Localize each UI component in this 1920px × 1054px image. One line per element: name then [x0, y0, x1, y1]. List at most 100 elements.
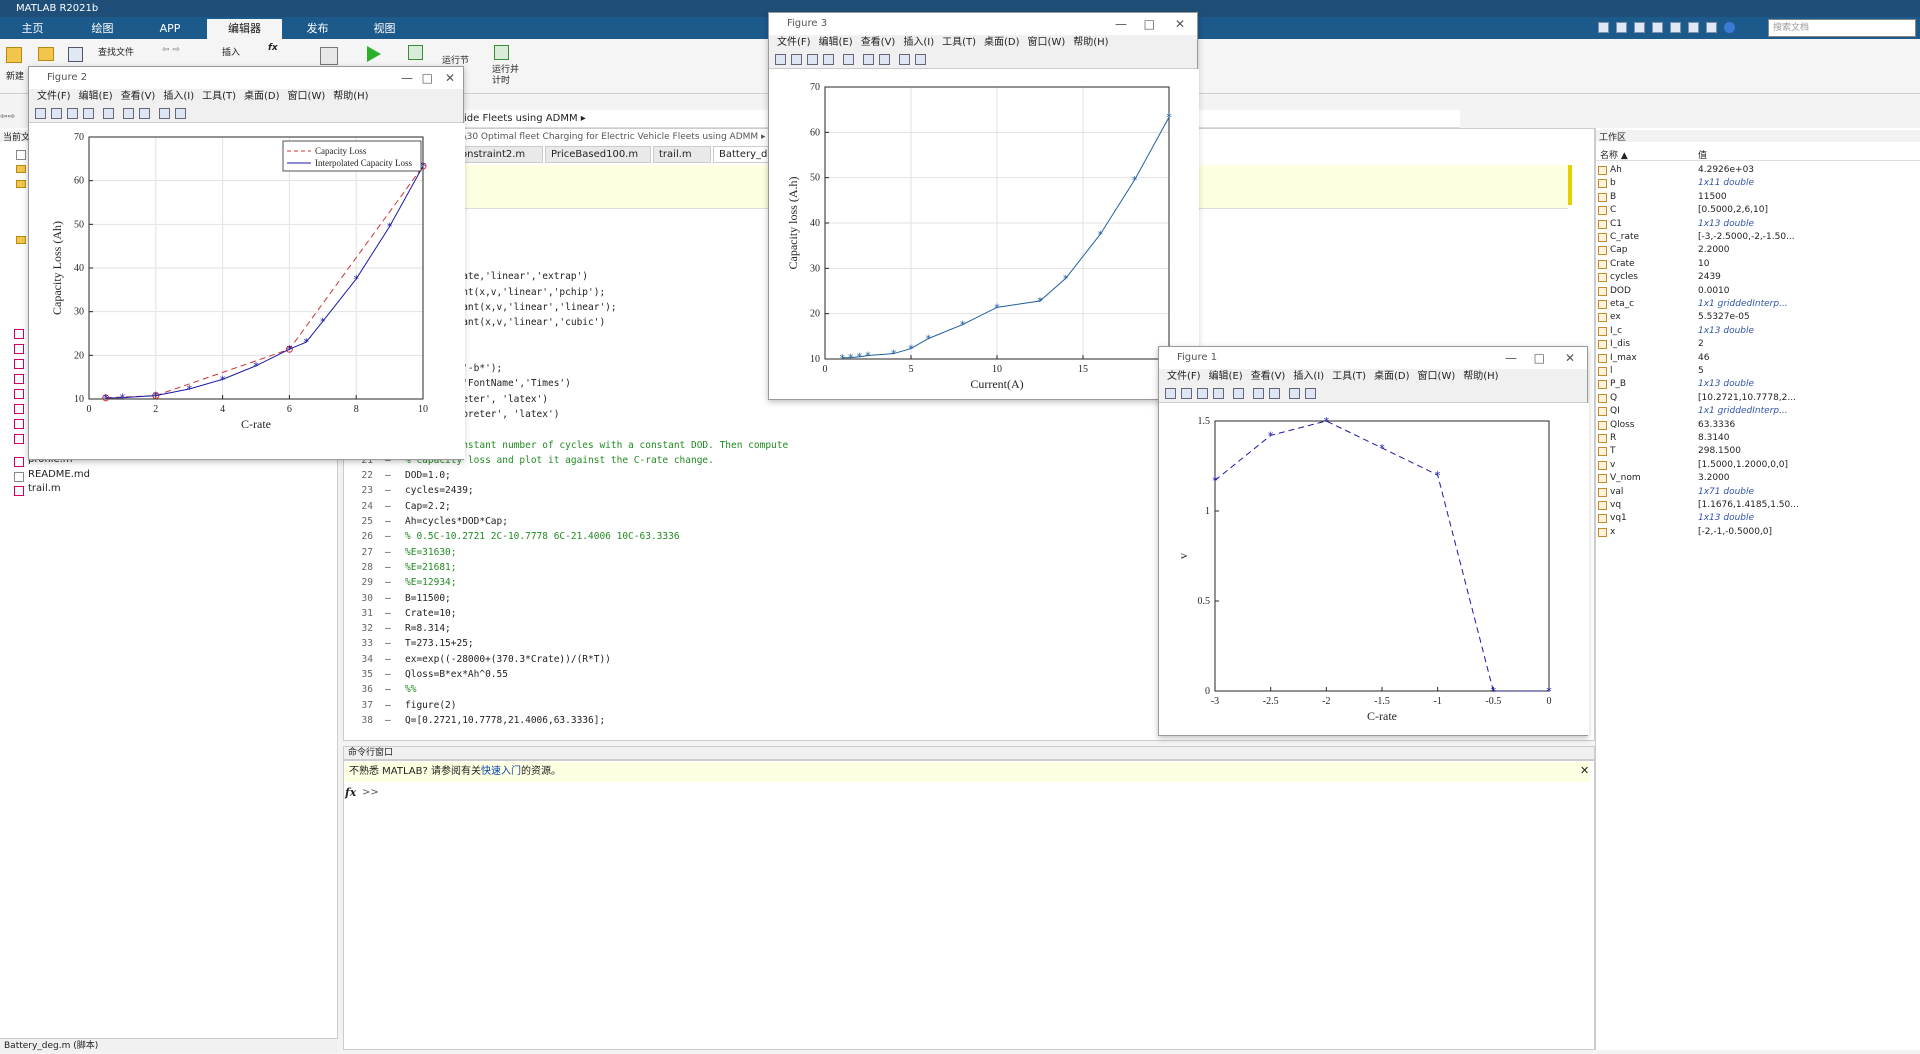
workspace-row[interactable]: vq1 1x13 double — [1596, 512, 1920, 525]
figure-menu-item[interactable]: 文件(F) — [777, 37, 811, 48]
cursor-icon[interactable] — [1289, 388, 1300, 399]
workspace-row[interactable]: l5 — [1596, 365, 1920, 378]
folder-icon[interactable] — [16, 180, 26, 188]
open-icon[interactable] — [51, 108, 62, 119]
new-figure-icon[interactable] — [1165, 388, 1176, 399]
code-analyzer-indicator[interactable] — [1568, 165, 1572, 205]
print-icon[interactable] — [823, 54, 834, 65]
editor-tab[interactable]: trail.m — [653, 146, 711, 163]
workspace-row[interactable]: I_dis 2 — [1596, 338, 1920, 351]
breakpoint-gutter[interactable]: — — [385, 468, 405, 483]
minimize-icon[interactable]: — — [1505, 347, 1517, 369]
workspace-row[interactable]: eta_c 1x1 griddedInterp... — [1596, 298, 1920, 311]
col-value-header[interactable]: 值 — [1698, 148, 1707, 161]
minimize-icon[interactable]: — — [1115, 13, 1127, 35]
workspace-row[interactable]: B 11500 — [1596, 191, 1920, 204]
search-docs-input[interactable]: 搜索文档 — [1768, 19, 1916, 37]
folder-icon[interactable] — [16, 165, 26, 173]
workspace-row[interactable]: DOD 0.0010 — [1596, 285, 1920, 298]
maximize-icon[interactable]: □ — [422, 67, 433, 89]
editor-tab[interactable]: PriceBased100.m — [545, 146, 651, 163]
save-icon[interactable] — [807, 54, 818, 65]
figure-menu-item[interactable]: 窗口(W) — [1418, 371, 1456, 382]
minimize-icon[interactable]: — — [401, 67, 413, 89]
save-file-icon[interactable] — [68, 47, 83, 62]
figure-menu-item[interactable]: 插入(I) — [163, 91, 194, 102]
tab-home[interactable]: 主页 — [10, 19, 55, 39]
workspace-row[interactable]: C [0.5000,2,6,10] — [1596, 204, 1920, 217]
copy-icon[interactable] — [1634, 22, 1645, 33]
tab-publish[interactable]: 发布 — [290, 19, 345, 39]
workspace-row[interactable]: val 1x71 double — [1596, 486, 1920, 499]
figure-menu-item[interactable]: 查看(V) — [1251, 371, 1286, 382]
getting-started-link[interactable]: 快速入门 — [481, 766, 521, 777]
print-icon[interactable] — [83, 108, 94, 119]
link-icon[interactable] — [103, 108, 114, 119]
figure-menu-item[interactable]: 工具(T) — [942, 37, 976, 48]
run-section-icon[interactable] — [408, 45, 423, 60]
cut-icon[interactable] — [1616, 22, 1627, 33]
print-icon[interactable] — [1213, 388, 1224, 399]
run-and-time-button[interactable]: 运行并计时 — [492, 65, 522, 87]
figure-menu-item[interactable]: 桌面(D) — [984, 37, 1020, 48]
run-icon[interactable] — [367, 46, 381, 62]
open-icon[interactable] — [1181, 388, 1192, 399]
cursor-icon[interactable] — [159, 108, 170, 119]
workspace-row[interactable]: P_B 1x13 double — [1596, 378, 1920, 391]
open-icon[interactable] — [38, 47, 54, 61]
figure-1-plot[interactable]: -3 -2.5 -2 -1.5 -1 -0.5 000.511.5C-ratev******… — [1159, 403, 1589, 735]
colorbar-icon[interactable] — [123, 108, 134, 119]
close-icon[interactable]: ✕ — [1565, 347, 1575, 369]
colorbar-icon[interactable] — [863, 54, 874, 65]
run-section-button[interactable]: 运行节 — [442, 53, 469, 66]
breakpoint-gutter[interactable]: — — [385, 483, 405, 498]
figure-menu-item[interactable]: 帮助(H) — [333, 91, 368, 102]
save-icon[interactable] — [1197, 388, 1208, 399]
breakpoint-gutter[interactable]: — — [385, 560, 405, 575]
workspace-row[interactable]: Crate 10 — [1596, 258, 1920, 271]
breakpoint-gutter[interactable]: — — [385, 514, 405, 529]
workspace-row[interactable]: vq [1.1676,1.4185,1.50... — [1596, 499, 1920, 512]
workspace-row[interactable]: Qloss 63.3336 — [1596, 419, 1920, 432]
dock-icon[interactable] — [1305, 388, 1316, 399]
close-icon[interactable]: ✕ — [445, 67, 455, 89]
tab-view[interactable]: 视图 — [357, 19, 412, 39]
figure-menu-item[interactable]: 查看(V) — [861, 37, 896, 48]
workspace-row[interactable]: C_rate [-3,-2.5000,-2,-1.50... — [1596, 231, 1920, 244]
editor-tab[interactable]: onstraint2.m — [455, 146, 543, 163]
figure-menu-item[interactable]: 窗口(W) — [1028, 37, 1066, 48]
undo-icon[interactable] — [1670, 22, 1681, 33]
breakpoint-gutter[interactable]: — — [385, 621, 405, 636]
breakpoint-gutter[interactable]: — — [385, 682, 405, 697]
breakpoint-gutter[interactable]: — — [385, 667, 405, 682]
file-item[interactable]: README.md — [28, 469, 90, 480]
breakpoint-gutter[interactable]: — — [385, 499, 405, 514]
workspace-row[interactable]: x [-2,-1,-0.5000,0] — [1596, 526, 1920, 539]
breakpoint-gutter[interactable]: — — [385, 698, 405, 713]
nav-arrows-icon[interactable]: ⇦ ⇨ — [162, 45, 180, 55]
breakpoint-gutter[interactable]: — — [385, 652, 405, 667]
figure-menu-item[interactable]: 工具(T) — [202, 91, 236, 102]
workspace-row[interactable]: v [1.5000,1.2000,0,0] — [1596, 459, 1920, 472]
close-notice-icon[interactable]: ✕ — [1580, 764, 1589, 777]
help-icon[interactable] — [1724, 22, 1735, 33]
workspace-row[interactable]: R 8.3140 — [1596, 432, 1920, 445]
nav-back-forward[interactable]: ⇦⇨ — [0, 112, 26, 126]
save-icon[interactable] — [1598, 22, 1609, 33]
new-button-label[interactable]: 新建 — [6, 69, 24, 82]
figure-menu-item[interactable]: 编辑(E) — [819, 37, 853, 48]
plot-axes[interactable] — [1214, 420, 1550, 692]
figure-menu-item[interactable]: 文件(F) — [1167, 371, 1201, 382]
folder-icon[interactable] — [16, 236, 26, 244]
workspace-row[interactable]: Q [10.2721,10.7778,2... — [1596, 392, 1920, 405]
figure-menu-item[interactable]: 桌面(D) — [1374, 371, 1410, 382]
switch-windows-icon[interactable] — [1706, 22, 1717, 33]
fx-button[interactable]: fx — [268, 43, 278, 53]
workspace-row[interactable]: C1 1x13 double — [1596, 218, 1920, 231]
breakpoint-gutter[interactable]: — — [385, 575, 405, 590]
maximize-icon[interactable]: □ — [1534, 347, 1545, 369]
figure-menu-item[interactable]: 工具(T) — [1332, 371, 1366, 382]
link-icon[interactable] — [843, 54, 854, 65]
figure-menu-item[interactable]: 窗口(W) — [288, 91, 326, 102]
workspace-row[interactable]: ex 5.5327e-05 — [1596, 311, 1920, 324]
